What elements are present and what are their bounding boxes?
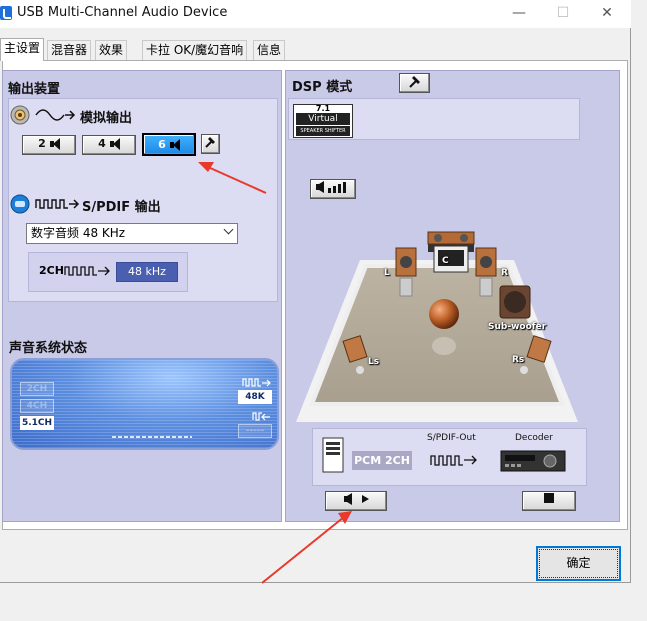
audio-device-icon (0, 6, 12, 20)
status-sample-rate: 48K (238, 390, 272, 404)
status-2ch: 2CH (20, 382, 54, 396)
speaker-label-center: C (442, 256, 449, 266)
close-button[interactable]: ✕ (584, 0, 630, 28)
tab-karaoke[interactable]: 卡拉 OK/魔幻音响 (142, 40, 248, 60)
sound-status-header: 声音系统状态 (9, 341, 88, 356)
app-window: USB Multi-Channel Audio Device — ☐ ✕ 主设置… (0, 0, 631, 583)
maximize-button[interactable]: ☐ (540, 0, 586, 28)
pc-tower-icon (322, 437, 344, 473)
speaker-room-view (296, 231, 578, 422)
virtual-badge-top: 7.1 (315, 104, 331, 113)
chevron-down-icon (223, 224, 234, 235)
virtual-badge-mid: Virtual (296, 113, 350, 125)
analog-output-icon (10, 105, 76, 125)
channel-4-label: 4 (98, 137, 106, 150)
speaker-label-subwoofer: Sub-woofer (488, 322, 547, 332)
digital-wave-icon (64, 266, 110, 276)
speaker-label-right-surround: Rs (512, 355, 525, 365)
spdif-format-select[interactable]: 数字音频 48 KHz (26, 223, 238, 244)
speaker-label-right: R (501, 268, 508, 278)
virtual-speaker-shifter-button[interactable]: 7.1 Virtual SPEAKER SHIFTER (293, 104, 353, 138)
status-input-placeholder: ----- (238, 424, 272, 438)
decoder-label: Decoder (515, 433, 553, 443)
output-device-header: 输出装置 (8, 82, 61, 97)
speaker-icon (169, 139, 180, 151)
channel-6-label: 6 (158, 138, 166, 151)
title-bar: USB Multi-Channel Audio Device — ☐ ✕ (0, 0, 631, 28)
spdif-output-label: S/PDIF 输出 (82, 200, 161, 215)
input-wave-icon (252, 412, 270, 421)
hammer-icon (408, 76, 420, 88)
tab-strip: 主设置 混音器 效果 卡拉 OK/魔幻音响 信息 (0, 38, 631, 61)
hammer-icon (205, 137, 215, 148)
speaker-icon (109, 138, 120, 150)
ok-button[interactable]: 确定 (536, 546, 621, 581)
stop-test-button[interactable] (522, 491, 576, 511)
channel-6-button[interactable]: 6 (142, 133, 196, 156)
dsp-mode-header: DSP 模式 (292, 80, 353, 95)
tab-info[interactable]: 信息 (253, 40, 286, 60)
analog-output-label: 模拟输出 (80, 111, 133, 126)
channel-4-button[interactable]: 4 (82, 135, 136, 155)
level-meter (112, 436, 192, 438)
dsp-settings-button[interactable] (399, 73, 430, 93)
tab-main-settings[interactable]: 主设置 (0, 38, 45, 61)
channel-2-button[interactable]: 2 (22, 135, 76, 155)
tab-effects[interactable]: 效果 (95, 40, 128, 60)
window-title: USB Multi-Channel Audio Device (17, 5, 228, 20)
speaker-icon (49, 138, 60, 150)
spdif-out-wave-icon (430, 455, 477, 466)
tab-mixer[interactable]: 混音器 (47, 40, 92, 60)
spdif-output-icon (10, 194, 80, 214)
status-5-1ch: 5.1CH (20, 416, 54, 430)
stop-icon (544, 493, 554, 503)
decoder-device-icon (500, 450, 566, 472)
status-4ch: 4CH (20, 399, 54, 413)
play-test-button[interactable] (325, 491, 387, 511)
virtual-badge-bottom: SPEAKER SHIFTER (296, 126, 350, 136)
minimize-button[interactable]: — (496, 0, 542, 28)
speaker-label-left: L (384, 268, 390, 278)
spdif-chain-label: 2CH (39, 264, 64, 277)
output-wave-icon (242, 378, 271, 387)
spdif-out-label: S/PDIF-Out (427, 433, 476, 443)
channel-2-label: 2 (38, 137, 46, 150)
speaker-play-icon (344, 493, 369, 505)
spdif-rate-badge: 48 kHz (116, 262, 178, 282)
analog-settings-button[interactable] (201, 134, 220, 154)
speaker-label-left-surround: Ls (368, 357, 380, 367)
spdif-format-value: 数字音频 48 KHz (31, 226, 126, 240)
sound-status-display: 2CH 4CH 5.1CH 48K ----- (10, 358, 279, 450)
pcm-format-badge: PCM 2CH (352, 451, 412, 470)
